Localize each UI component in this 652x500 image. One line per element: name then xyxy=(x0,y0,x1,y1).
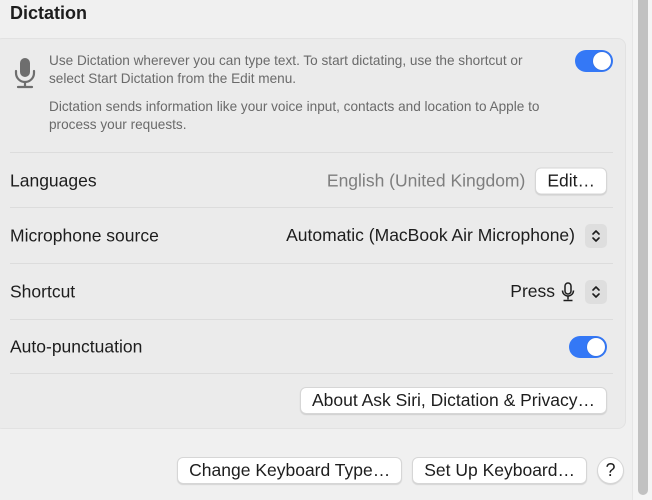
up-down-chevron-icon[interactable] xyxy=(585,223,607,248)
languages-label: Languages xyxy=(10,170,97,190)
dictation-intro: Use Dictation wherever you can type text… xyxy=(0,39,625,152)
dictation-toggle[interactable] xyxy=(575,50,613,72)
auto-punctuation-row: Auto-punctuation xyxy=(10,319,613,373)
shortcut-row: Shortcut Press xyxy=(10,263,613,319)
edit-languages-button[interactable]: Edit… xyxy=(535,167,607,194)
about-row: About Ask Siri, Dictation & Privacy… xyxy=(10,373,613,429)
microphone-source-label: Microphone source xyxy=(10,225,159,245)
up-down-chevron-icon[interactable] xyxy=(585,279,607,304)
shortcut-value: Press xyxy=(510,281,555,301)
footer-buttons: Change Keyboard Type… Set Up Keyboard… ? xyxy=(177,457,624,484)
dictation-panel: Use Dictation wherever you can type text… xyxy=(0,38,626,429)
auto-punctuation-label: Auto-punctuation xyxy=(10,336,143,356)
shortcut-label: Shortcut xyxy=(10,281,76,301)
change-keyboard-type-button[interactable]: Change Keyboard Type… xyxy=(177,457,403,484)
shortcut-select[interactable]: Press xyxy=(510,279,607,304)
dictation-settings-page: Dictation Use Dictation wherever you can… xyxy=(0,0,652,500)
languages-value: English (United Kingdom) xyxy=(326,170,526,190)
microphone-source-value: Automatic (MacBook Air Microphone) xyxy=(286,225,575,245)
microphone-source-row: Microphone source Automatic (MacBook Air… xyxy=(10,207,613,263)
intro-text: Use Dictation wherever you can type text… xyxy=(49,52,549,134)
set-up-keyboard-button[interactable]: Set Up Keyboard… xyxy=(412,457,587,484)
microphone-key-icon xyxy=(561,281,575,301)
privacy-note: Dictation sends information like your vo… xyxy=(49,99,540,132)
dictation-description: Use Dictation wherever you can type text… xyxy=(49,53,523,86)
scrollbar-thumb[interactable] xyxy=(638,0,648,495)
about-siri-dictation-privacy-button[interactable]: About Ask Siri, Dictation & Privacy… xyxy=(299,387,607,414)
languages-row: Languages English (United Kingdom) Edit… xyxy=(10,152,613,208)
help-button[interactable]: ? xyxy=(597,457,624,484)
microphone-source-select[interactable]: Automatic (MacBook Air Microphone) xyxy=(286,223,607,248)
microphone-icon xyxy=(14,58,36,89)
auto-punctuation-toggle[interactable] xyxy=(569,336,607,358)
section-title: Dictation xyxy=(10,3,88,23)
